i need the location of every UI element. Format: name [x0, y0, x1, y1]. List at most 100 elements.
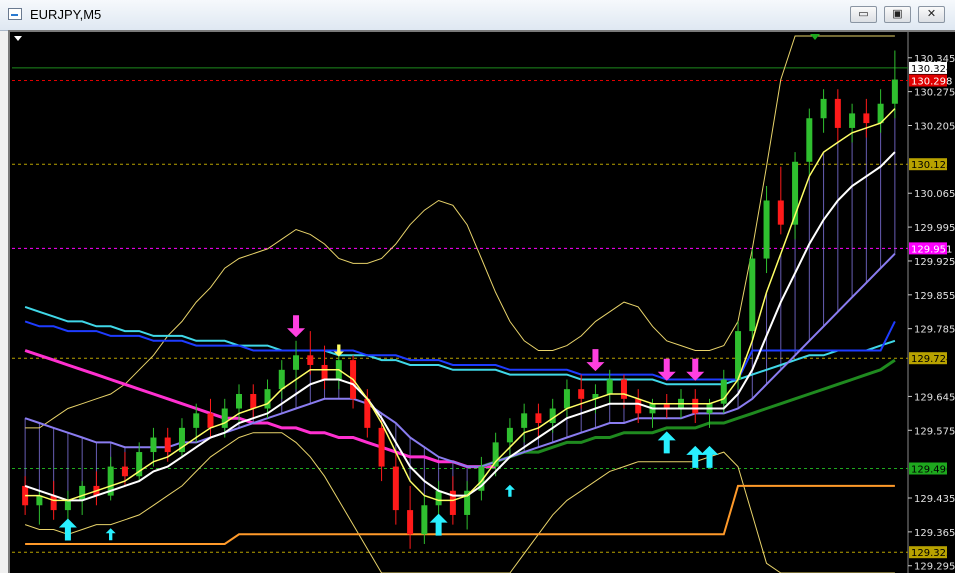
ma-cyan-line — [24, 305, 896, 386]
candle-body — [79, 485, 86, 501]
price-label-text: 129.496 — [911, 465, 952, 476]
restore-button[interactable]: ▣ — [884, 6, 911, 23]
buy-arrow-icon — [504, 484, 515, 497]
buy-arrow-icon — [686, 445, 705, 468]
price-tick-label: 129.785 — [914, 325, 955, 336]
price-tick-label: 129.435 — [914, 494, 955, 505]
price-label-text: 129.323 — [911, 548, 952, 559]
candle-body — [378, 427, 385, 467]
candle — [250, 384, 257, 419]
chart-canvas[interactable]: 130.345130.275130.205130.065129.995129.9… — [10, 32, 955, 573]
candle-body — [164, 437, 171, 453]
candle — [535, 403, 542, 438]
candle — [407, 485, 414, 549]
candle-body — [250, 394, 257, 409]
candle — [877, 89, 884, 133]
candle — [293, 340, 300, 390]
ma-green-line — [480, 358, 896, 469]
candle — [777, 166, 784, 235]
price-label-text: 129.724 — [911, 354, 952, 365]
candle — [464, 481, 471, 530]
candle — [421, 495, 428, 544]
sell-arrow-icon — [686, 358, 705, 381]
candle — [849, 103, 856, 143]
candle-body — [221, 408, 228, 428]
price-label-badge: 129.951 — [909, 242, 952, 255]
candle-body — [293, 355, 300, 370]
sell-arrow-icon — [287, 315, 306, 338]
candle-body — [635, 398, 642, 414]
ma-magenta-line — [24, 349, 496, 469]
candle — [392, 452, 399, 525]
candle — [692, 389, 699, 424]
candle-body — [435, 490, 442, 506]
candle-body — [763, 200, 770, 259]
price-tick-label: 129.645 — [914, 392, 955, 403]
buy-arrow-icon — [657, 431, 676, 454]
candle-body — [535, 413, 542, 424]
buy-arrow-icon — [105, 528, 116, 541]
price-tick-label: 129.925 — [914, 257, 955, 268]
candle — [834, 89, 841, 143]
candle-body — [50, 495, 57, 511]
candle-body — [307, 355, 314, 365]
price-label-badge: 130.324 — [909, 61, 952, 75]
candle — [506, 418, 513, 457]
candle — [107, 456, 114, 501]
candle — [663, 394, 670, 419]
candle-body — [506, 427, 513, 443]
candle — [307, 331, 314, 375]
candle — [763, 185, 770, 274]
chart-menu-icon — [14, 36, 22, 41]
candle — [863, 98, 870, 138]
candle-body — [64, 500, 71, 511]
candle-body — [820, 98, 827, 119]
candle-body — [521, 413, 528, 428]
price-label-badge: 130.125 — [909, 158, 952, 171]
price-label-badge: 129.496 — [909, 462, 952, 476]
chart-window-icon — [8, 8, 22, 20]
candle-body — [834, 98, 841, 128]
candle-body — [578, 389, 585, 399]
candle — [521, 403, 528, 443]
candle-body — [749, 258, 756, 332]
price-tick-label: 129.365 — [914, 528, 955, 539]
price-label-badge: 130.298 — [909, 74, 952, 88]
price-tick-label: 129.855 — [914, 291, 955, 302]
price-label-text: 130.125 — [911, 160, 952, 171]
price-chart[interactable]: 130.345 130.275 130.205 130.065 129.995 129.9… — [8, 30, 955, 573]
candle — [749, 248, 756, 341]
chart-window: EURJPY,M5 ▭ ▣ ✕ 130.345 130.275 130.205 130… — [0, 0, 955, 573]
candle — [792, 152, 799, 240]
candle-body — [849, 113, 856, 128]
minimize-button[interactable]: ▭ — [850, 6, 877, 23]
buy-arrow-icon — [429, 513, 448, 536]
window-titlebar[interactable]: EURJPY,M5 ▭ ▣ ✕ — [0, 0, 955, 31]
price-tick-label: 129.995 — [914, 223, 955, 234]
price-tick-label: 130.065 — [914, 189, 955, 200]
price-tick-label: 129.575 — [914, 426, 955, 437]
candle — [820, 89, 827, 133]
candle-body — [193, 413, 200, 428]
candle — [93, 471, 100, 506]
candle-body — [236, 394, 242, 409]
buy-arrow-icon — [700, 445, 719, 468]
candle — [891, 50, 898, 119]
price-label-text: 130.298 — [911, 77, 952, 88]
candle-body — [606, 379, 613, 394]
candle-body — [392, 466, 399, 511]
candle-body — [891, 79, 898, 104]
candle-body — [806, 118, 813, 162]
candle-body — [863, 113, 870, 124]
candle-body — [492, 442, 499, 467]
candle — [207, 398, 214, 438]
shift-marker-icon — [810, 34, 820, 40]
candle-body — [321, 364, 328, 380]
price-label-badge: 129.323 — [909, 546, 952, 559]
candle-body — [692, 398, 699, 414]
candle — [806, 108, 813, 177]
candle-body — [121, 466, 128, 477]
price-label-text: 130.324 — [911, 64, 952, 75]
price-tick-label: 129.295 — [914, 562, 955, 573]
close-button[interactable]: ✕ — [918, 6, 945, 23]
